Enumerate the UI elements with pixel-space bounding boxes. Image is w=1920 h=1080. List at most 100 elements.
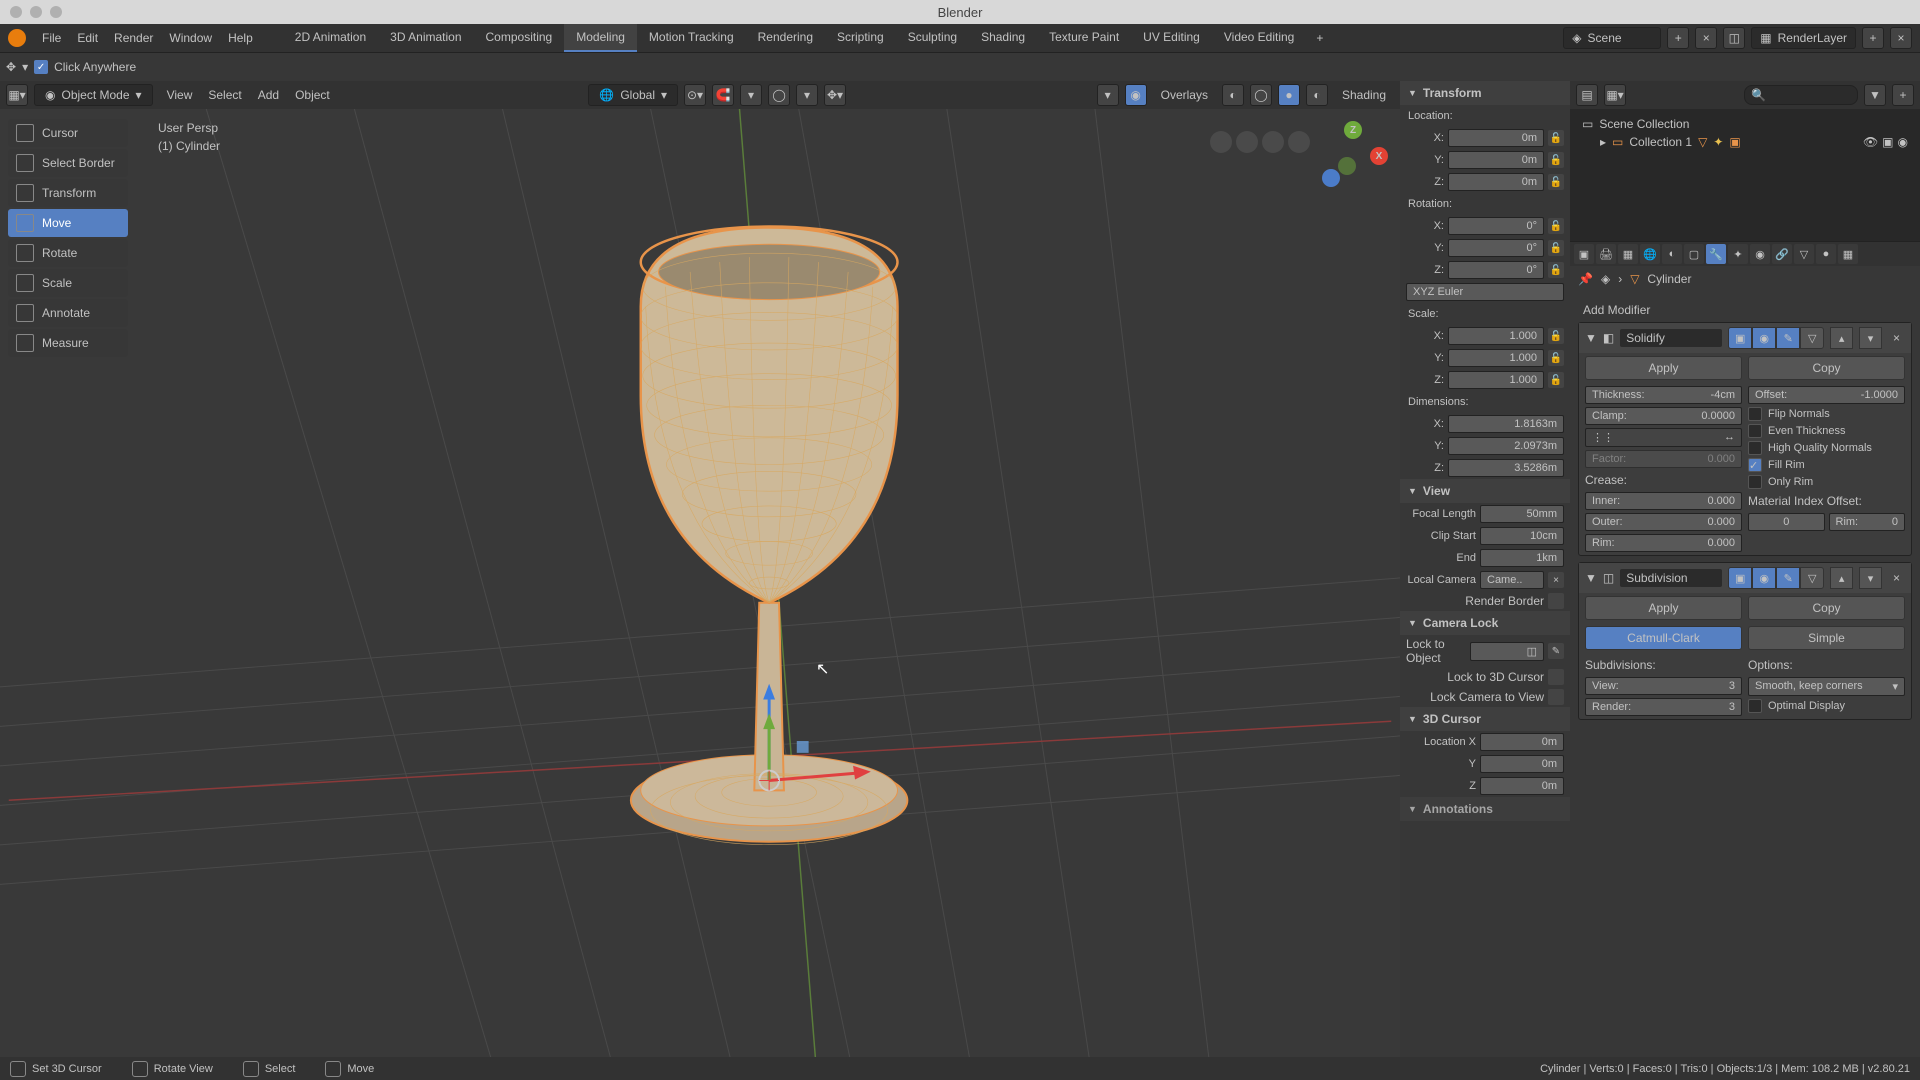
axis-z-icon[interactable]: Z (1344, 121, 1362, 139)
workspace-tab-3d-animation[interactable]: 3D Animation (378, 24, 473, 52)
tool-select-border[interactable]: Select Border (8, 149, 128, 177)
mod-movedown-button[interactable]: ▾ (1859, 327, 1882, 349)
subdiv-render-field[interactable]: Render:3 (1585, 698, 1742, 716)
mod-movedown-button[interactable]: ▾ (1859, 567, 1882, 589)
visibility-eye-icon[interactable]: 👁 (1863, 135, 1878, 149)
disclosure-icon[interactable]: ▸ (1600, 135, 1606, 149)
cursor-x-field[interactable]: 0m (1480, 733, 1564, 751)
npanel-camlock-header[interactable]: Camera Lock (1400, 611, 1570, 635)
axis-x-icon[interactable]: X (1370, 147, 1388, 165)
snap-dropdown[interactable]: ▾ (740, 84, 762, 106)
v3d-menu-select[interactable]: Select (200, 84, 249, 106)
collections-visibility[interactable]: ▾ (1097, 84, 1119, 106)
hq-normals-checkbox[interactable]: High Quality Normals (1748, 441, 1905, 455)
click-anywhere-checkbox[interactable]: ✓ (34, 60, 48, 74)
render-border-checkbox[interactable] (1548, 593, 1564, 609)
clamp-field[interactable]: Clamp:0.0000 (1585, 407, 1742, 425)
flip-normals-checkbox[interactable]: Flip Normals (1748, 407, 1905, 421)
lock-icon[interactable]: 🔓 (1548, 350, 1564, 366)
tab-texture[interactable]: ▦ (1838, 244, 1858, 264)
np-dim-z-field[interactable]: 3.5286m (1448, 459, 1564, 477)
mod-moveup-button[interactable]: ▴ (1830, 567, 1853, 589)
modifier-name-field[interactable]: Solidify (1620, 329, 1722, 347)
tool-move[interactable]: Move (8, 209, 128, 237)
delete-scene-button[interactable]: × (1695, 27, 1717, 49)
tab-modifiers[interactable]: 🔧 (1706, 244, 1726, 264)
outliner-display-mode[interactable]: ▦▾ (1604, 84, 1626, 106)
orientation-gizmo[interactable]: Z X (1318, 121, 1388, 191)
mode-selector[interactable]: ◉ Object Mode ▾ (34, 84, 153, 106)
lock-icon[interactable]: 🔓 (1548, 130, 1564, 146)
axis-y-icon[interactable] (1322, 169, 1340, 187)
ortho-toggle-button[interactable] (1288, 131, 1310, 153)
simple-button[interactable]: Simple (1748, 626, 1905, 650)
workspace-tab-2d-animation[interactable]: 2D Animation (283, 24, 378, 52)
catmull-clark-button[interactable]: Catmull-Clark (1585, 626, 1742, 650)
proportional-dropdown[interactable]: ▾ (796, 84, 818, 106)
close-window-icon[interactable] (10, 6, 22, 18)
viewport-canvas[interactable]: CursorSelect BorderTransformMoveRotateSc… (0, 109, 1400, 1057)
scene-pin-button[interactable]: ◫ (1723, 27, 1745, 49)
np-scale-x-field[interactable]: 1.000 (1448, 327, 1544, 345)
mod-editmode-toggle[interactable]: ✎ (1776, 567, 1800, 589)
mod-cage-toggle[interactable]: ▽ (1800, 327, 1824, 349)
axis-neg-icon[interactable] (1338, 157, 1356, 175)
delete-viewlayer-button[interactable]: × (1890, 27, 1912, 49)
clip-start-field[interactable]: 10cm (1480, 527, 1564, 545)
tab-viewlayer[interactable]: ▦ (1618, 244, 1638, 264)
xray-toggle[interactable]: ◐ (1222, 84, 1244, 106)
modifier-copy-button[interactable]: Copy (1748, 596, 1905, 620)
proportional-edit-toggle[interactable]: ◯ (768, 84, 790, 106)
workspace-tab-motion-tracking[interactable]: Motion Tracking (637, 24, 746, 52)
workspace-tab-sculpting[interactable]: Sculpting (896, 24, 969, 52)
matoffset-field[interactable]: 0 (1748, 513, 1825, 531)
shading-solid[interactable]: ● (1278, 84, 1300, 106)
cursor-z-field[interactable]: 0m (1480, 777, 1564, 795)
modifier-apply-button[interactable]: Apply (1585, 596, 1742, 620)
scene-selector[interactable]: ◈ Scene (1563, 27, 1661, 49)
tool-rotate[interactable]: Rotate (8, 239, 128, 267)
thickness-field[interactable]: Thickness:-4cm (1585, 386, 1742, 404)
np-loc-z-field[interactable]: 0m (1448, 173, 1544, 191)
outliner-new-collection[interactable]: + (1892, 84, 1914, 106)
minimize-window-icon[interactable] (30, 6, 42, 18)
tool-annotate[interactable]: Annotate (8, 299, 128, 327)
disclosure-icon[interactable]: ▼ (1585, 331, 1597, 345)
np-scale-y-field[interactable]: 1.000 (1448, 349, 1544, 367)
mod-render-toggle[interactable]: ▣ (1728, 327, 1752, 349)
lock-object-field[interactable]: ◫ (1470, 642, 1544, 661)
editor-type-dropdown[interactable]: ▦▾ (6, 84, 28, 106)
outliner-editor-type[interactable]: ▤ (1576, 84, 1598, 106)
menu-window[interactable]: Window (161, 27, 220, 49)
overlays-dropdown[interactable]: Overlays (1153, 84, 1216, 106)
matoffset-rim-field[interactable]: Rim:0 (1829, 513, 1906, 531)
workspace-tab-compositing[interactable]: Compositing (474, 24, 565, 52)
workspace-tab-modeling[interactable]: Modeling (564, 24, 637, 52)
add-workspace-button[interactable]: + (1308, 27, 1331, 49)
maximize-window-icon[interactable] (50, 6, 62, 18)
mod-cage-toggle[interactable]: ▽ (1800, 567, 1824, 589)
tab-object[interactable]: ▢ (1684, 244, 1704, 264)
pan-button[interactable] (1236, 131, 1258, 153)
tool-transform[interactable]: Transform (8, 179, 128, 207)
only-rim-checkbox[interactable]: Only Rim (1748, 475, 1905, 489)
new-viewlayer-button[interactable]: + (1862, 27, 1884, 49)
workspace-tab-texture-paint[interactable]: Texture Paint (1037, 24, 1131, 52)
tab-world[interactable]: ◐ (1662, 244, 1682, 264)
lock-icon[interactable]: 🔓 (1548, 262, 1564, 278)
workspace-tab-rendering[interactable]: Rendering (746, 24, 825, 52)
overlays-toggle[interactable]: ◉ (1125, 84, 1147, 106)
tab-physics[interactable]: ◉ (1750, 244, 1770, 264)
breadcrumb-object[interactable]: Cylinder (1647, 272, 1691, 286)
shading-dropdown[interactable]: Shading (1334, 84, 1394, 106)
lock-icon[interactable]: 🔓 (1548, 152, 1564, 168)
clip-end-field[interactable]: 1km (1480, 549, 1564, 567)
crease-rim-field[interactable]: Rim:0.000 (1585, 534, 1742, 552)
np-dim-y-field[interactable]: 2.0973m (1448, 437, 1564, 455)
mod-delete-button[interactable]: × (1888, 329, 1905, 347)
np-scale-z-field[interactable]: 1.000 (1448, 371, 1544, 389)
optimal-display-checkbox[interactable]: Optimal Display (1748, 699, 1905, 713)
shading-lookdev[interactable]: ◐ (1306, 84, 1328, 106)
mod-moveup-button[interactable]: ▴ (1830, 327, 1853, 349)
tool-cursor[interactable]: Cursor (8, 119, 128, 147)
